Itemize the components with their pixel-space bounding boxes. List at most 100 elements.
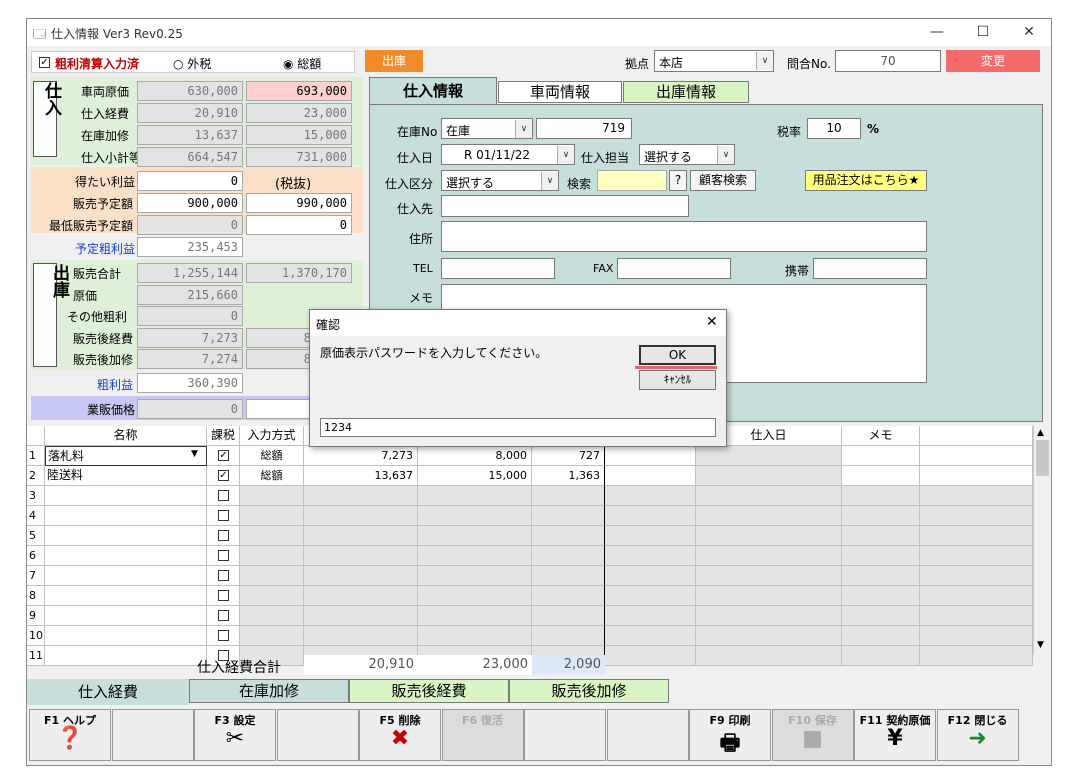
tax-excl-radio[interactable]: ○ 外税 — [173, 55, 211, 72]
grid-cell[interactable] — [45, 646, 207, 666]
desired-profit-input[interactable]: 0 — [137, 171, 243, 191]
grid-cell[interactable] — [920, 526, 1033, 546]
tab-purchase-info[interactable]: 仕入情報 — [369, 77, 497, 105]
grid-cell[interactable] — [842, 446, 920, 466]
grid-cell[interactable] — [605, 506, 696, 526]
purchase-date-picker[interactable]: R 01/11/22 ∨ — [441, 144, 575, 165]
minimize-button[interactable]: — — [914, 19, 960, 46]
grid-cell[interactable] — [920, 486, 1033, 506]
inquiry-input[interactable]: 70 — [835, 50, 941, 72]
maximize-button[interactable]: ☐ — [960, 19, 1006, 46]
grid-cell[interactable] — [304, 546, 418, 566]
grid-cell[interactable] — [605, 526, 696, 546]
grid-cell[interactable] — [240, 546, 304, 566]
grid-cell[interactable] — [532, 626, 605, 646]
stock-no-select[interactable]: 在庫 ∨ — [441, 118, 533, 139]
grid-cell[interactable] — [696, 606, 842, 626]
grid-cell[interactable] — [842, 466, 920, 486]
grid-cell[interactable] — [418, 606, 532, 626]
fkey-button-11[interactable]: F11 契約原価 ¥ — [854, 709, 936, 761]
tab-purchase-expense[interactable]: 仕入経費 — [27, 679, 189, 705]
grid-cell[interactable] — [304, 486, 418, 506]
grid-cell[interactable] — [418, 626, 532, 646]
scroll-thumb[interactable] — [1036, 440, 1049, 476]
grid-cell[interactable] — [696, 546, 842, 566]
tab-stock-repair[interactable]: 在庫加修 — [189, 679, 349, 703]
min-sale-incl-input[interactable]: 0 — [246, 215, 352, 235]
tab-vehicle-info[interactable]: 車両情報 — [498, 81, 622, 103]
grid-cell[interactable] — [240, 626, 304, 646]
grid-cell[interactable] — [532, 586, 605, 606]
fkey-button-8[interactable] — [606, 709, 689, 761]
grid-cell[interactable] — [920, 646, 1033, 666]
grid-cell[interactable] — [532, 606, 605, 626]
grid-cell[interactable] — [418, 566, 532, 586]
search-help-button[interactable]: ? — [669, 170, 687, 191]
grid-cell[interactable] — [605, 606, 696, 626]
grid-cell[interactable] — [532, 506, 605, 526]
grid-cell[interactable] — [240, 606, 304, 626]
grid-cell[interactable] — [842, 526, 920, 546]
fkey-button-2[interactable] — [111, 709, 194, 761]
base-select[interactable]: 本店 ∨ — [654, 50, 774, 72]
purchase-type-select[interactable]: 選択する ∨ — [441, 170, 559, 191]
grid-scrollbar[interactable]: ▲ ▼ — [1033, 426, 1051, 654]
grid-cell[interactable] — [240, 586, 304, 606]
grid-cell[interactable] — [605, 546, 696, 566]
grid-cell[interactable] — [842, 506, 920, 526]
grid-cell[interactable] — [45, 526, 207, 546]
grid-cell[interactable] — [920, 466, 1033, 486]
grid-cell[interactable]: 13,637 — [304, 466, 418, 486]
fax-input[interactable] — [617, 258, 731, 279]
fkey-button-7[interactable] — [524, 709, 606, 761]
grid-cell[interactable] — [842, 586, 920, 606]
grid-cell[interactable] — [605, 646, 696, 666]
grid-cell[interactable] — [304, 586, 418, 606]
grid-cell[interactable] — [45, 626, 207, 646]
tax-checkbox[interactable] — [218, 490, 229, 501]
planned-sale-incl-input[interactable]: 990,000 — [246, 193, 352, 213]
customer-search-button[interactable]: 顧客検索 — [690, 170, 756, 191]
tax-checkbox[interactable]: ✓ — [218, 450, 229, 461]
tab-shipping-info[interactable]: 出庫情報 — [623, 81, 749, 103]
trade-price-input[interactable] — [246, 399, 316, 419]
grid-cell[interactable] — [696, 506, 842, 526]
close-button[interactable]: ✕ — [1006, 19, 1052, 46]
tax-checkbox[interactable] — [218, 530, 229, 541]
mobile-input[interactable] — [813, 258, 927, 279]
grid-cell[interactable] — [920, 566, 1033, 586]
grid-cell[interactable] — [605, 486, 696, 506]
grid-cell[interactable]: 8,000 — [418, 446, 532, 466]
fkey-button-3[interactable]: F3 設定 ✂ — [194, 709, 276, 761]
fkey-button-5[interactable]: F5 削除 ✖ — [359, 709, 441, 761]
grid-cell[interactable] — [240, 486, 304, 506]
grid-cell[interactable] — [45, 486, 207, 506]
grid-cell[interactable]: 7,273 — [304, 446, 418, 466]
grid-cell[interactable] — [304, 506, 418, 526]
grid-cell[interactable] — [45, 506, 207, 526]
grid-cell[interactable] — [418, 586, 532, 606]
tax-checkbox[interactable] — [218, 590, 229, 601]
grid-cell[interactable] — [696, 626, 842, 646]
supplier-input[interactable] — [441, 195, 689, 217]
grid-cell[interactable] — [532, 566, 605, 586]
grid-cell[interactable] — [418, 506, 532, 526]
grid-cell[interactable] — [696, 466, 842, 486]
grid-cell[interactable]: 落札料 — [45, 446, 207, 466]
grid-cell[interactable] — [532, 526, 605, 546]
grid-cell[interactable]: 総額 — [240, 446, 304, 466]
grid-cell[interactable]: 総額 — [240, 466, 304, 486]
grid-cell[interactable] — [240, 566, 304, 586]
password-input[interactable]: 1234 — [320, 418, 716, 437]
ok-button[interactable]: OK — [639, 345, 716, 365]
grid-cell[interactable] — [605, 586, 696, 606]
grid-cell[interactable] — [304, 606, 418, 626]
grid-cell[interactable]: 15,000 — [418, 466, 532, 486]
tax-incl-radio[interactable]: ◉ 総額 — [283, 55, 321, 72]
grid-cell[interactable] — [920, 446, 1033, 466]
fkey-button-12[interactable]: F12 閉じる ➜ — [936, 709, 1019, 761]
shipping-button[interactable]: 出庫 — [365, 50, 423, 72]
tab-after-sale-repair[interactable]: 販売後加修 — [509, 679, 669, 703]
dialog-close-icon[interactable]: ✕ — [706, 314, 718, 330]
grid-cell[interactable] — [696, 526, 842, 546]
